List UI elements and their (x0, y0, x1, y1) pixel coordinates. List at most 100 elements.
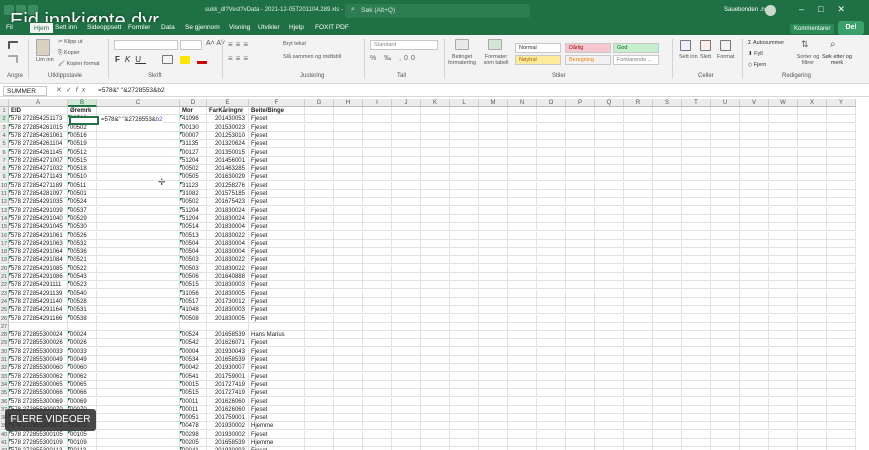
cell[interactable] (508, 115, 537, 124)
tab-sett-inn[interactable]: Sett inn (55, 24, 77, 31)
cell-d[interactable]: 00504 (180, 239, 207, 248)
cell[interactable] (682, 422, 711, 431)
cell[interactable] (450, 430, 479, 439)
cell[interactable] (740, 190, 769, 198)
column-header-m[interactable]: M (479, 99, 508, 107)
cell[interactable] (624, 422, 653, 431)
cell[interactable] (682, 356, 711, 364)
column-header-f[interactable]: F (249, 99, 305, 107)
column-header-t[interactable]: T (682, 99, 711, 107)
cell[interactable] (827, 198, 856, 207)
cell-a[interactable] (9, 322, 68, 331)
cell[interactable] (653, 123, 682, 132)
cell[interactable] (769, 430, 798, 439)
cell[interactable] (827, 148, 856, 157)
cell[interactable] (798, 165, 827, 174)
cell[interactable] (421, 239, 450, 248)
cell[interactable] (769, 389, 798, 398)
cell[interactable] (827, 430, 856, 439)
cell[interactable] (798, 115, 827, 124)
row-header[interactable]: 26 (0, 314, 9, 323)
cell[interactable] (827, 231, 856, 240)
cell[interactable] (508, 430, 537, 439)
cell[interactable] (479, 107, 508, 115)
cell[interactable] (595, 214, 624, 223)
cell[interactable] (566, 439, 595, 447)
cell[interactable] (363, 430, 392, 439)
cell[interactable] (595, 198, 624, 207)
cell[interactable] (624, 397, 653, 406)
cell[interactable] (624, 372, 653, 381)
cell-a[interactable]: 578 272854291085 (9, 264, 68, 273)
cell[interactable] (653, 331, 682, 340)
cell[interactable] (682, 198, 711, 207)
cell-f[interactable]: Fjeset (249, 414, 305, 423)
cell-e[interactable]: 201463285 (207, 165, 249, 174)
cell[interactable] (566, 264, 595, 273)
cell[interactable] (479, 364, 508, 373)
cell[interactable] (479, 347, 508, 356)
cell[interactable] (305, 414, 334, 423)
cell[interactable] (740, 273, 769, 281)
cell[interactable] (827, 372, 856, 381)
cell-c[interactable] (97, 264, 180, 273)
row-header[interactable]: 7 (0, 156, 9, 165)
cell-f[interactable]: Fjeset (249, 131, 305, 140)
cell[interactable] (682, 131, 711, 140)
cell[interactable] (363, 165, 392, 174)
cell[interactable] (566, 356, 595, 364)
cell[interactable] (624, 148, 653, 157)
cell[interactable] (334, 339, 363, 348)
cell[interactable] (537, 339, 566, 348)
cell[interactable] (450, 397, 479, 406)
cell[interactable] (450, 264, 479, 273)
cell-b[interactable]: 00532 (68, 239, 97, 248)
cell-b[interactable]: 00524 (68, 198, 97, 207)
cell[interactable] (624, 256, 653, 265)
cell[interactable] (595, 414, 624, 423)
cell[interactable] (363, 107, 392, 115)
cell[interactable] (769, 281, 798, 290)
cell[interactable] (740, 380, 769, 389)
cell[interactable] (479, 239, 508, 248)
cell[interactable] (566, 397, 595, 406)
cell[interactable] (537, 223, 566, 232)
cell[interactable] (653, 306, 682, 315)
cell[interactable] (595, 231, 624, 240)
cell[interactable] (682, 190, 711, 198)
cell[interactable] (624, 198, 653, 207)
cell-a[interactable]: 578 272855300065 (9, 380, 68, 389)
cell-d[interactable]: 00130 (180, 123, 207, 132)
cell[interactable] (653, 397, 682, 406)
cell[interactable] (537, 165, 566, 174)
cell[interactable] (566, 156, 595, 165)
cell[interactable] (740, 181, 769, 190)
cell[interactable] (595, 256, 624, 265)
cell-d[interactable]: 00505 (180, 173, 207, 182)
cell[interactable] (653, 140, 682, 149)
cell[interactable] (769, 289, 798, 298)
cell[interactable] (566, 223, 595, 232)
cell[interactable] (682, 248, 711, 257)
cell[interactable] (421, 356, 450, 364)
row-header[interactable]: 19 (0, 256, 9, 265)
comments-button[interactable]: Kommentarer (790, 24, 835, 34)
cell[interactable] (740, 314, 769, 323)
cell[interactable] (711, 115, 740, 124)
cell-f[interactable]: Fjeset (249, 397, 305, 406)
cell[interactable] (479, 439, 508, 447)
cell[interactable] (711, 289, 740, 298)
cell[interactable] (392, 206, 421, 215)
column-header-r[interactable]: R (624, 99, 653, 107)
cell[interactable] (653, 115, 682, 124)
cell[interactable] (682, 430, 711, 439)
cell[interactable] (769, 156, 798, 165)
cell[interactable] (479, 165, 508, 174)
cell[interactable] (827, 190, 856, 198)
cell[interactable] (653, 364, 682, 373)
cell-a[interactable]: 578 272855300066 (9, 389, 68, 398)
cell[interactable] (769, 248, 798, 257)
cell[interactable] (711, 223, 740, 232)
cell[interactable] (682, 405, 711, 414)
cell-b[interactable]: 00511 (68, 181, 97, 190)
